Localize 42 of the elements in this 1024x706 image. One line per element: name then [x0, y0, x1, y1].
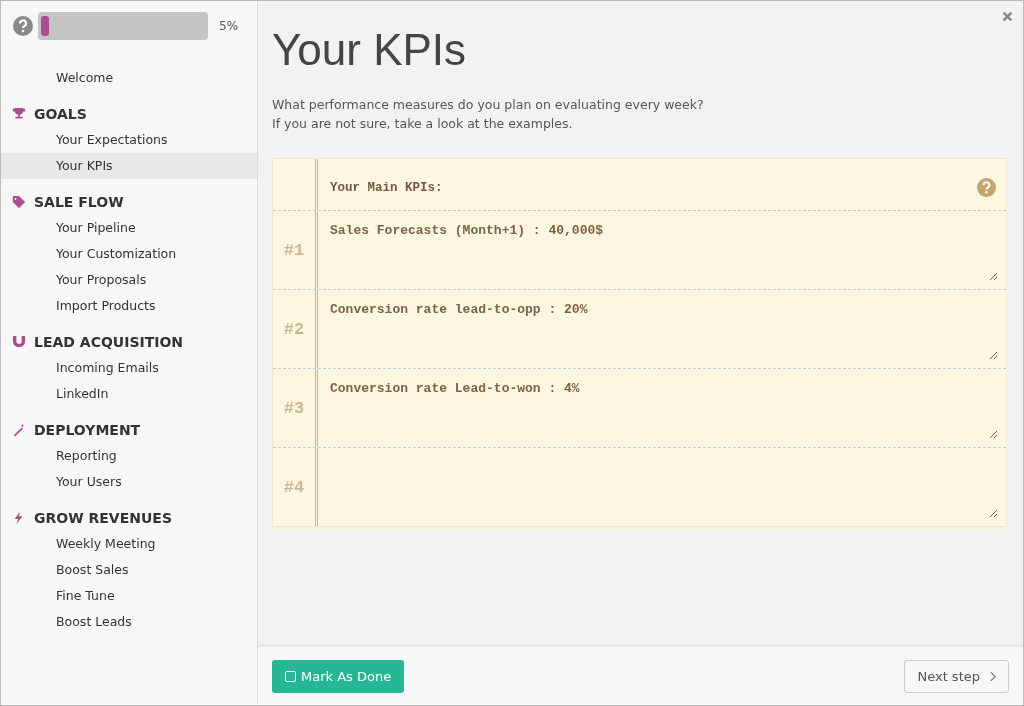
intro-text: If you are not sure, take a look at the examples.	[272, 115, 574, 133]
sidebar-item[interactable]: Weekly Meeting	[1, 531, 257, 557]
trophy-icon	[12, 107, 26, 121]
checkbox-icon	[285, 670, 296, 682]
section-heading: DEPLOYMENT	[34, 422, 141, 438]
kpi-input[interactable]: Sales Forecasts (Month+1) : 40,000$	[330, 219, 998, 281]
close-icon[interactable]	[1002, 11, 1013, 22]
sidebar-item[interactable]: Reporting	[1, 443, 257, 469]
kpi-input[interactable]: Conversion rate lead-to-opp : 20%	[330, 298, 998, 360]
sidebar-item[interactable]: Fine Tune	[1, 583, 257, 609]
section-heading: SALE FLOW	[34, 194, 124, 210]
sidebar-item[interactable]: Boost Sales	[1, 557, 257, 583]
section-heading: GROW REVENUES	[34, 510, 172, 526]
help-icon[interactable]	[977, 178, 996, 197]
sidebar-item[interactable]: Boost Leads	[1, 609, 257, 635]
sidebar-item[interactable]: Your Customization	[1, 241, 257, 267]
sidebar-item[interactable]: Incoming Emails	[1, 355, 257, 381]
row-number: #3	[283, 398, 305, 418]
sidebar-item[interactable]: Your Pipeline	[1, 215, 257, 241]
page-title: Your KPIs	[272, 25, 468, 75]
row-number: #1	[283, 240, 305, 260]
row-number: #4	[283, 477, 305, 497]
sidebar-item[interactable]: LinkedIn	[1, 381, 257, 407]
sidebar-item[interactable]: Your Users	[1, 469, 257, 495]
sidebar-item[interactable]: Import Products	[1, 293, 257, 319]
wand-icon	[12, 423, 26, 437]
sheet-heading: Your Main KPIs:	[330, 180, 443, 195]
intro-text: What performance measures do you plan on evaluating every week?	[272, 96, 705, 114]
section-heading: LEAD ACQUISITION	[34, 334, 184, 350]
section-heading: GOALS	[34, 106, 87, 122]
sidebar-item[interactable]: Your Proposals	[1, 267, 257, 293]
progress-percent: 5%	[219, 19, 239, 33]
help-icon[interactable]	[13, 16, 33, 36]
chevron-right-icon	[989, 670, 996, 682]
sidebar-item[interactable]: Welcome	[1, 65, 257, 91]
sidebar-item[interactable]: Your KPIs	[1, 153, 257, 179]
next-step-button[interactable]: Next step	[904, 659, 1009, 693]
tag-icon	[12, 195, 26, 209]
row-number: #2	[283, 319, 305, 339]
kpi-input[interactable]: Conversion rate Lead-to-won : 4%	[330, 377, 998, 439]
sidebar-item[interactable]: Your Expectations	[1, 127, 257, 153]
magnet-icon	[12, 335, 26, 349]
